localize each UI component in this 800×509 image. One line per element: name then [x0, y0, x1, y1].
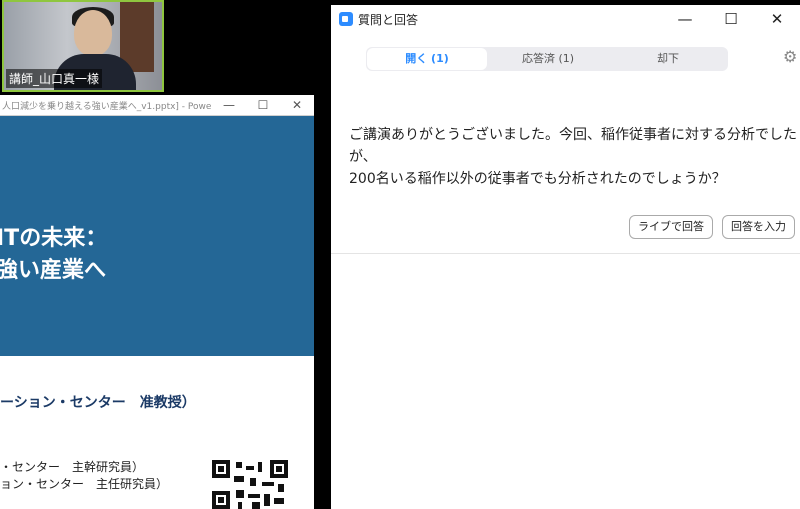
- question-line1: ご講演ありがとうございました。今回、稲作従事者に対する分析でしたが、: [349, 127, 797, 165]
- qa-minimize-button[interactable]: —: [662, 10, 708, 28]
- tab-answered[interactable]: 応答済 (1): [488, 47, 608, 71]
- slide-author-line1: ・センター 主幹研究員）: [0, 460, 145, 474]
- maximize-button[interactable]: ☐: [246, 98, 280, 112]
- tab-open[interactable]: 開く (1): [367, 48, 487, 70]
- qa-window: 質問と回答 — ☐ ✕ 開く (1) 応答済 (1) 却下 ⚙ ご講演ありがとう…: [331, 5, 800, 509]
- qa-maximize-button[interactable]: ☐: [708, 10, 754, 28]
- question-text: ご講演ありがとうございました。今回、稲作従事者に対する分析でしたが、 200名い…: [349, 124, 800, 190]
- close-button[interactable]: ✕: [280, 98, 314, 112]
- qr-code: [212, 460, 290, 509]
- qa-tabs: 開く (1) 応答済 (1) 却下: [366, 47, 728, 71]
- qa-title: 質問と回答: [358, 12, 419, 27]
- participant-video[interactable]: 講師_山口真一様: [2, 0, 164, 92]
- answer-live-button[interactable]: ライブで回答: [629, 215, 713, 239]
- divider: [331, 253, 800, 254]
- type-answer-button[interactable]: 回答を入力: [722, 215, 795, 239]
- participant-name-label: 講師_山口真一様: [6, 69, 103, 88]
- minimize-button[interactable]: —: [212, 98, 246, 112]
- slide-headline-line2: 強い産業へ: [0, 258, 107, 283]
- tab-dismissed[interactable]: 却下: [608, 47, 728, 71]
- slide-headline: ITの未来： 強い産業へ: [0, 223, 107, 287]
- qa-titlebar: 質問と回答 — ☐ ✕: [331, 5, 800, 33]
- powerpoint-window: 人口減少を乗り越える強い産業へ_v1.pptx] - PowerPoint — …: [0, 95, 314, 509]
- powerpoint-title: 人口減少を乗り越える強い産業へ_v1.pptx] - PowerPoint: [2, 101, 212, 112]
- question-line2: 200名いる稲作以外の従事者でも分析されたのでしょうか？: [349, 171, 726, 187]
- zoom-icon: [339, 12, 353, 26]
- slide-headline-line1: ITの未来：: [0, 226, 108, 251]
- slide-author-line2: ョン・センター 主任研究員）: [0, 477, 169, 491]
- gear-icon[interactable]: ⚙: [783, 49, 799, 65]
- slide-affiliation: ーション・センター 准教授）: [0, 395, 196, 411]
- powerpoint-titlebar: 人口減少を乗り越える強い産業へ_v1.pptx] - PowerPoint — …: [0, 95, 314, 116]
- participant-face: [74, 10, 112, 56]
- qa-close-button[interactable]: ✕: [754, 10, 800, 28]
